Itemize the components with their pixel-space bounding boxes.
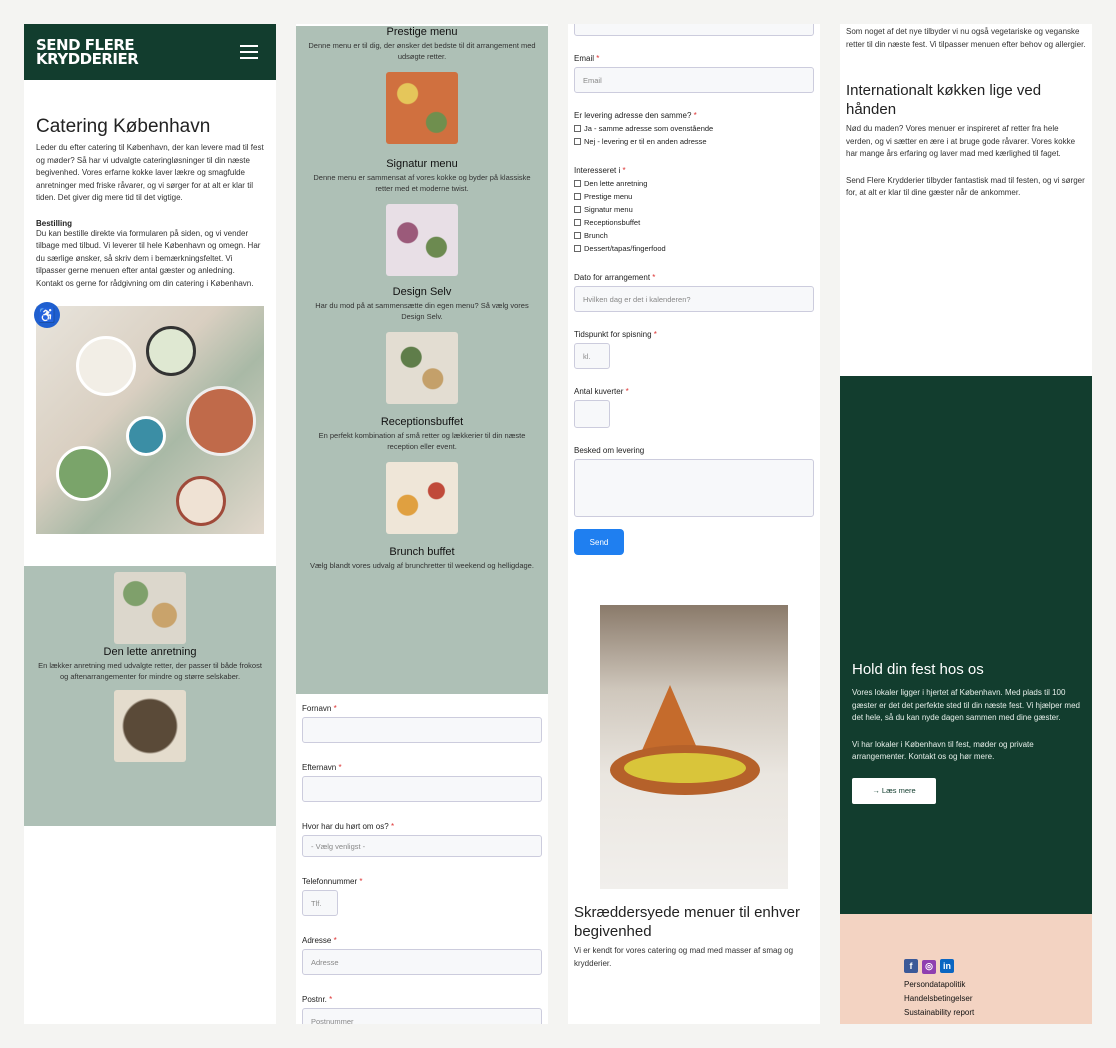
hear-label: Hvor har du hørt om os? * [302,822,395,831]
featured-title: Den lette anretning [103,646,197,658]
accessibility-icon[interactable]: ♿ [34,302,60,328]
interest-option[interactable]: Receptionsbuffet [574,218,814,227]
linkedin-icon[interactable]: in [940,959,954,973]
food-hero-image: ♿ [34,302,264,534]
time-input[interactable]: kl. [574,343,610,369]
interest-label: Interesseret i * [574,166,626,175]
menu-card[interactable]: Prestige menu Denne menu er til dig, der… [296,26,548,144]
interest-option[interactable]: Den lette anretning [574,179,814,188]
menu-card[interactable]: Design Selv Har du mod på at sammensætte… [296,286,548,404]
interest-option[interactable]: Signatur menu [574,205,814,214]
comment-label: Besked om levering [574,446,645,455]
facebook-icon[interactable]: f [904,959,918,973]
menu-card[interactable]: Receptionsbuffet En perfekt kombination … [296,416,548,534]
intro-text: Leder du efter catering til København, d… [36,143,264,202]
zip-label: Postnr. * [302,995,333,1004]
intl-title: Internationalt køkken lige ved hånden [846,82,1042,118]
mobile-view-2: Prestige menu Denne menu er til dig, der… [296,24,548,1024]
featured-desc: En lækker anretning med udvalgte retter,… [38,661,262,681]
menu-desc: Har du mod på at sammensætte din egen me… [315,301,529,321]
menu-icon[interactable] [240,45,258,59]
menu-desc: Denne menu er til dig, der ønsker det be… [308,41,536,61]
footer-link[interactable]: Sustainability report [904,1006,1092,1020]
menu-card[interactable]: Brunch buffet Vælg blandt vores udvalg a… [296,546,548,571]
interest-option[interactable]: Prestige menu [574,192,814,201]
menu-desc: Vælg blandt vores udvalg af brunchretter… [310,561,534,570]
menu-thumbnail[interactable] [114,572,186,644]
footer-link[interactable]: Persondatapolitik [904,978,1092,992]
delivery-label: Er levering adresse den samme? * [574,111,697,120]
menu-thumbnail[interactable] [386,204,458,276]
hear-select[interactable]: - Vælg venligst - [302,835,542,857]
interest-option[interactable]: Dessert/tapas/fingerfood [574,244,814,253]
mobile-view-3: Email * Email Er levering adresse den sa… [568,24,820,1024]
delivery-option[interactable]: Nej - levering er til en anden adresse [574,137,814,146]
address-input[interactable]: Adresse [302,949,542,975]
email-input[interactable]: Email [574,67,814,93]
menu-title: Receptionsbuffet [380,416,464,428]
top-text: Som noget af det nye tilbyder vi nu også… [846,27,1086,49]
instagram-icon[interactable]: ◎ [922,959,936,974]
party-text: Vores lokaler ligger i hjertet af Københ… [852,688,1080,722]
delivery-option[interactable]: Ja - samme adresse som ovenstående [574,124,814,133]
menu-thumbnail[interactable] [114,690,186,762]
menu-list: Prestige menu Denne menu er til dig, der… [296,26,548,694]
tagine-image [600,605,788,889]
guests-input[interactable] [574,400,610,428]
lastname-input[interactable] [302,776,542,802]
party-title: Hold din fest hos os [852,661,984,678]
brand-logo[interactable]: SEND FLERE KRYDDERIER [36,38,139,67]
zip-input[interactable]: Postnummer [302,1008,542,1024]
menu-title: Prestige menu [386,26,458,38]
mobile-view-4: Som noget af det nye tilbyder vi nu også… [840,24,1092,1024]
send-button[interactable]: Send [574,529,624,555]
mobile-view-1: SEND FLERE KRYDDERIER Catering København… [24,24,276,1024]
menu-title: Signatur menu [386,158,458,170]
menu-thumbnail[interactable] [386,462,458,534]
contact-form-part1: Fornavn * Efternavn * Hvor har du hørt o… [296,694,548,1024]
previous-input[interactable] [574,24,814,36]
lastname-label: Efternavn * [302,763,342,772]
menu-title: Brunch buffet [389,546,455,558]
intl-text-2: Send Flere Krydderier tilbyder fantastis… [846,175,1085,198]
menu-thumbnail[interactable] [386,72,458,144]
menu-thumbnail[interactable] [386,332,458,404]
phone-label: Telefonnummer * [302,877,363,886]
page-title: Catering København [36,116,211,137]
email-label: Email * [574,54,600,63]
section-headline: Skræddersyede menuer til enhver begivenh… [574,904,800,940]
intl-text: Nød du maden? Vores menuer er inspireret… [846,124,1076,158]
order-heading: Bestilling [36,218,73,228]
date-input[interactable]: Hvilken dag er det i kalenderen? [574,286,814,312]
order-text: Du kan bestille direkte via formularen p… [36,228,261,288]
guests-label: Antal kuverter * [574,387,629,396]
party-text-2: Vi har lokaler i København til fest, mød… [852,739,1034,762]
time-label: Tidspunkt for spisning * [574,330,657,339]
footer-link[interactable]: Handelsbetingelser [904,992,1092,1006]
menu-desc: Denne menu er sammensat af vores kokke o… [313,173,531,193]
phone-input[interactable]: Tlf. [302,890,338,916]
date-label: Dato for arrangement * [574,273,656,282]
menu-title: Design Selv [392,286,452,298]
featured-menu: Den lette anretning En lækker anretning … [24,566,276,826]
site-header: SEND FLERE KRYDDERIER [24,24,276,80]
party-section: Hold din fest hos os Vores lokaler ligge… [840,376,1092,914]
firstname-label: Fornavn * [302,704,337,713]
read-more-button[interactable]: → Læs mere [852,777,936,804]
menu-card[interactable]: Signatur menu Denne menu er sammensat af… [296,158,548,276]
section-text: Vi er kendt for vores catering og mad me… [574,946,794,968]
site-footer: f ◎ in Persondatapolitik Handelsbetingelse… [840,914,1092,1024]
address-label: Adresse * [302,936,337,945]
comment-textarea[interactable] [574,459,814,517]
firstname-input[interactable] [302,717,542,743]
interest-option[interactable]: Brunch [574,231,814,240]
menu-desc: En perfekt kombination af små retter og … [318,431,526,451]
